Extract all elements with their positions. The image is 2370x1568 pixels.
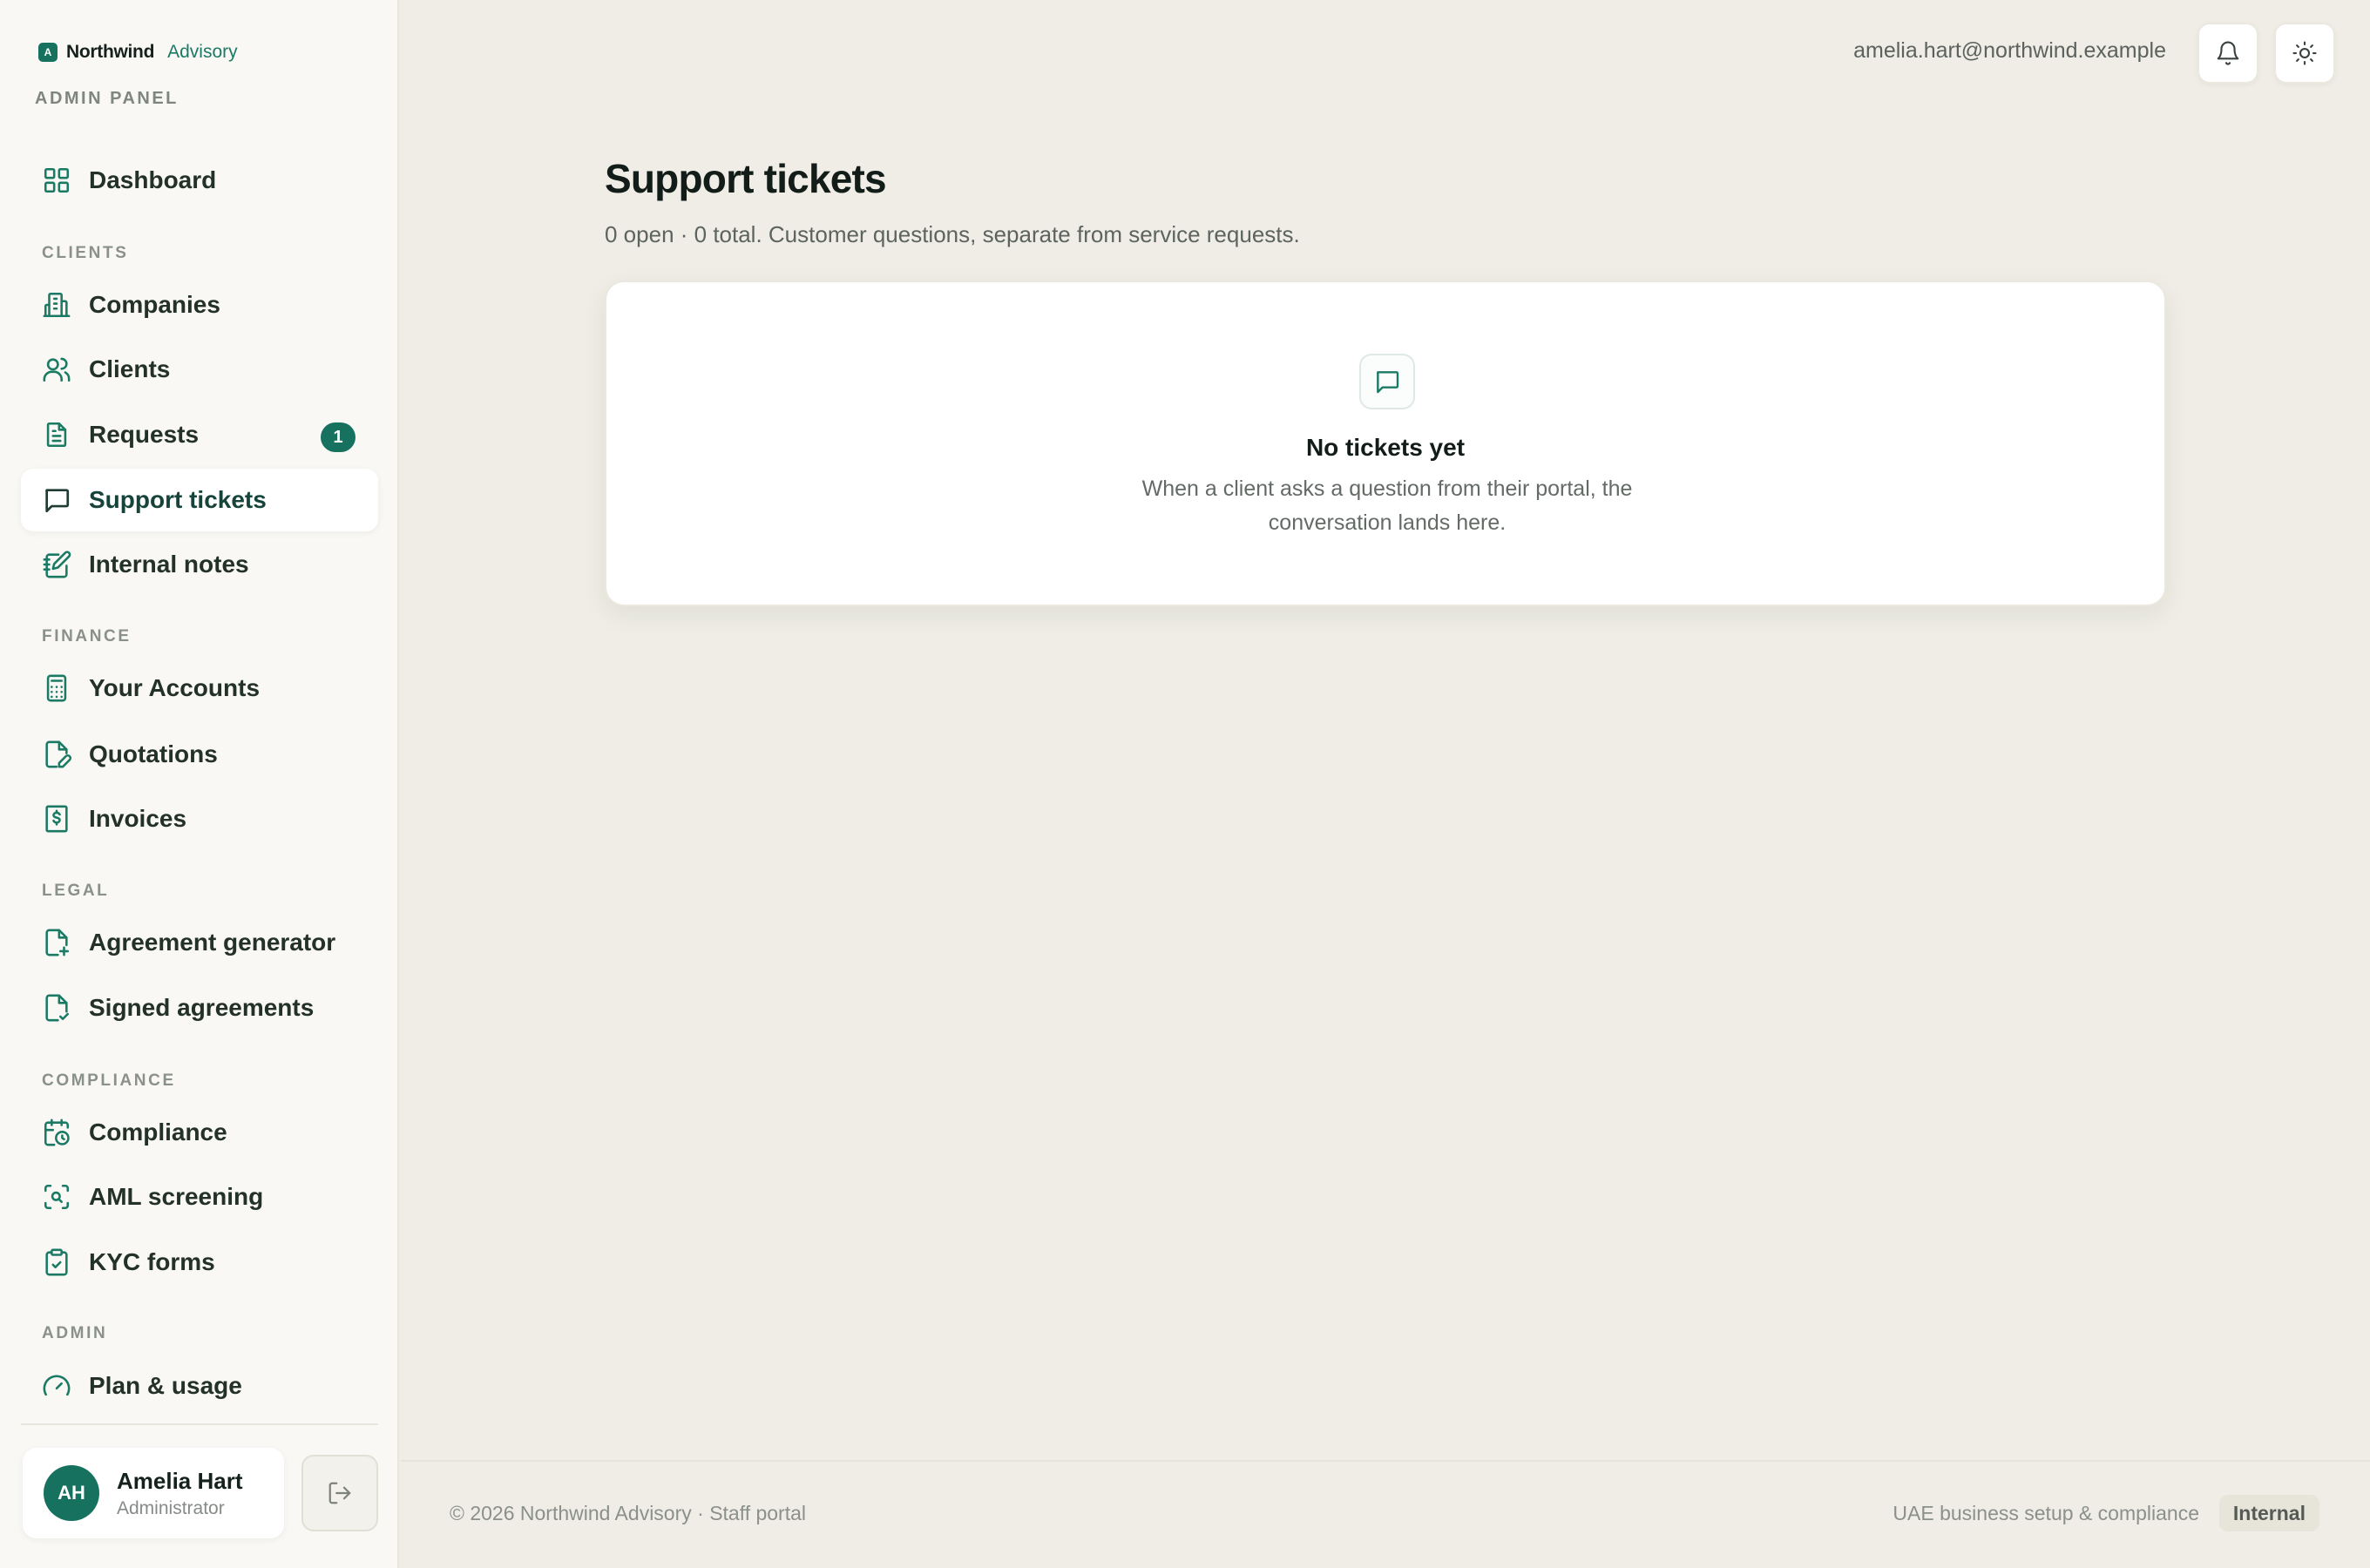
sidebar-item-label: Clients <box>89 355 171 382</box>
sidebar-item-requests[interactable]: Requests 1 <box>21 403 378 466</box>
sidebar-item-aml-screening[interactable]: AML screening <box>21 1166 378 1228</box>
sidebar-item-label: Support tickets <box>89 486 267 513</box>
sidebar-item-label: KYC forms <box>89 1248 215 1275</box>
user-meta: Amelia Hart Administrator <box>117 1468 243 1519</box>
scan-search-icon <box>44 1184 70 1210</box>
section-label-finance: FINANCE <box>42 627 132 645</box>
bell-icon <box>2217 41 2239 65</box>
file-pen-icon <box>45 740 71 768</box>
sidebar-item-label: Quotations <box>89 740 218 767</box>
sidebar-item-label: Internal notes <box>89 551 249 578</box>
logout-icon <box>328 1482 351 1504</box>
section-label-legal: LEGAL <box>42 882 110 900</box>
brand-logo: A <box>38 43 58 62</box>
sidebar-item-label: Requests <box>89 421 200 448</box>
sidebar-item-invoices[interactable]: Invoices <box>21 787 378 850</box>
sidebar-item-label: AML screening <box>89 1183 264 1210</box>
sidebar-item-compliance[interactable]: Compliance <box>21 1101 378 1164</box>
sidebar-item-label: Invoices <box>89 805 187 832</box>
sidebar-item-label: Plan & usage <box>89 1372 242 1399</box>
footer-divider <box>401 1460 2370 1462</box>
sidebar-item-clients[interactable]: Clients <box>21 338 378 401</box>
page-subtitle: 0 open · 0 total. Customer questions, se… <box>605 221 1300 247</box>
section-label-compliance: COMPLIANCE <box>42 1071 176 1090</box>
logout-button[interactable] <box>301 1455 378 1531</box>
calendar-clock-icon <box>44 1119 70 1146</box>
document-icon <box>46 422 67 448</box>
user-name: Amelia Hart <box>117 1467 243 1494</box>
sidebar-item-companies[interactable]: Companies <box>21 274 378 336</box>
file-plus-icon <box>45 929 70 956</box>
avatar: AH <box>44 1465 99 1521</box>
sidebar-item-label: Compliance <box>89 1119 227 1146</box>
sidebar: A Northwind Advisory ADMIN PANEL Dashboa… <box>0 0 399 1568</box>
sidebar-item-label: Your Accounts <box>89 674 261 701</box>
user-card[interactable]: AH Amelia Hart Administrator <box>23 1448 284 1538</box>
receipt-dollar-icon <box>45 805 68 833</box>
sidebar-item-quotations[interactable]: Quotations <box>21 723 378 786</box>
section-label-clients: CLIENTS <box>42 244 129 262</box>
sidebar-item-your-accounts[interactable]: Your Accounts <box>21 657 378 720</box>
sidebar-item-label: Agreement generator <box>89 929 336 956</box>
building-icon <box>43 292 71 318</box>
sun-icon <box>2292 41 2317 65</box>
sidebar-item-plan-usage[interactable]: Plan & usage <box>21 1355 378 1417</box>
brand[interactable]: A Northwind Advisory <box>38 40 238 64</box>
clipboard-check-icon <box>45 1248 68 1276</box>
sidebar-item-dashboard[interactable]: Dashboard <box>21 149 378 212</box>
brand-name: Northwind <box>66 42 155 62</box>
notifications-button[interactable] <box>2197 23 2258 84</box>
calculator-icon <box>46 674 67 702</box>
users-icon <box>43 357 71 382</box>
sidebar-item-signed-agreements[interactable]: Signed agreements <box>21 977 378 1039</box>
sidebar-item-agreement-generator[interactable]: Agreement generator <box>21 911 378 974</box>
requests-count-badge: 1 <box>321 422 356 452</box>
footer-internal-badge: Internal <box>2218 1495 2319 1531</box>
message-square-icon <box>45 489 70 513</box>
brand-sub: Advisory <box>167 42 238 62</box>
panel-label: ADMIN PANEL <box>35 89 179 108</box>
sidebar-item-support-tickets[interactable]: Support tickets <box>21 469 378 531</box>
file-check-icon <box>45 994 70 1022</box>
sidebar-item-label: Companies <box>89 291 220 318</box>
user-email: amelia.hart@northwind.example <box>1853 38 2166 63</box>
sidebar-item-label: Dashboard <box>89 166 217 193</box>
user-role: Administrator <box>117 1497 225 1518</box>
footer-tagline: UAE business setup & compliance <box>1893 1502 2199 1524</box>
gauge-icon <box>43 1375 71 1396</box>
section-label-admin: ADMIN <box>42 1324 108 1342</box>
notebook-pen-icon <box>43 551 71 578</box>
sidebar-item-label: Signed agreements <box>89 994 315 1021</box>
empty-state-text: When a client asks a question from their… <box>1141 476 1633 535</box>
sidebar-divider <box>21 1423 378 1425</box>
sidebar-item-kyc-forms[interactable]: KYC forms <box>21 1231 378 1294</box>
grid-icon <box>44 167 70 193</box>
sidebar-item-internal-notes[interactable]: Internal notes <box>21 533 378 596</box>
empty-state-icon-box <box>1359 354 1415 409</box>
message-square-icon <box>1376 371 1399 394</box>
theme-toggle-button[interactable] <box>2274 23 2335 84</box>
page-title: Support tickets <box>605 156 887 201</box>
footer-copyright: © 2026 Northwind Advisory · Staff portal <box>450 1502 807 1524</box>
empty-state-title: No tickets yet <box>1305 434 1466 461</box>
empty-state-card: No tickets yet When a client asks a ques… <box>605 280 2166 606</box>
